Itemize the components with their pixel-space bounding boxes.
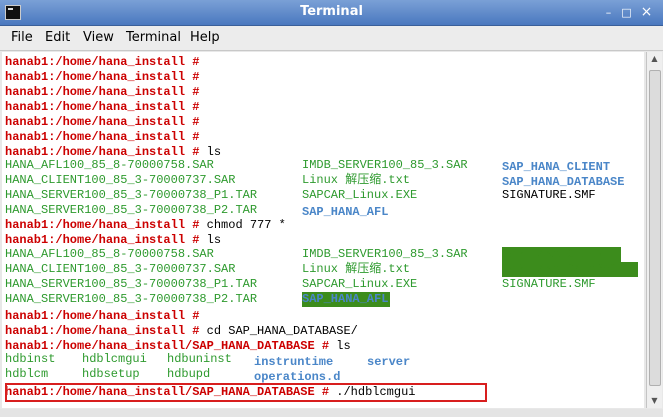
file-entry: hdblcm: [5, 367, 49, 381]
menu-help[interactable]: Help: [190, 30, 220, 45]
file-entry: HANA_SERVER100_85_3-70000738_P2.TAR: [5, 292, 258, 306]
file-entry: HANA_CLIENT100_85_3-70000737.SAR: [5, 173, 236, 187]
prompt-text: hanab1:/home/hana_install #: [5, 309, 200, 323]
file-entry: Linux 解压缩.txt: [302, 262, 411, 276]
menu-file[interactable]: File: [11, 30, 33, 45]
file-entry: Linux 解压缩.txt: [302, 173, 411, 187]
file-entry: HANA_AFL100_85_8-70000758.SAR: [5, 158, 214, 172]
directory-entry-highlighted: SAP_HANA_AFL: [302, 292, 391, 307]
prompt-text: hanab1:/home/hana_install #: [5, 324, 200, 338]
prompt-text: hanab1:/home/hana_install #: [5, 115, 200, 129]
menu-view[interactable]: View: [83, 30, 114, 45]
vertical-scrollbar[interactable]: ▲ ▼: [646, 52, 662, 408]
file-entry: HANA_CLIENT100_85_3-70000737.SAR: [5, 262, 236, 276]
prompt-text: hanab1:/home/hana_install #: [5, 145, 200, 159]
prompt-text: hanab1:/home/hana_install/SAP_HANA_DATAB…: [5, 339, 330, 353]
command-text: ls: [336, 339, 351, 353]
command-text: ls: [206, 145, 222, 159]
minimize-button[interactable]: –: [602, 6, 615, 19]
title-bar[interactable]: Terminal – □ ×: [0, 0, 663, 26]
terminal-line: hanab1:/home/hana_install #: [5, 309, 199, 324]
file-entry: hdbsetup: [82, 367, 140, 381]
directory-entry-highlighted: SAP_HANA_DATABASE: [502, 262, 638, 277]
prompt-text: hanab1:/home/hana_install #: [5, 55, 200, 69]
directory-entry: server: [367, 355, 411, 369]
file-entry: SIGNATURE.SMF: [502, 188, 596, 202]
terminal-line: hanab1:/home/hana_install #: [5, 85, 199, 100]
file-entry: SAPCAR_Linux.EXE: [302, 188, 418, 202]
prompt-text: hanab1:/home/hana_install #: [5, 70, 200, 84]
prompt-text: hanab1:/home/hana_install #: [5, 130, 200, 144]
scroll-up-icon[interactable]: ▲: [647, 52, 662, 66]
file-entry: hdbuninst: [167, 352, 232, 366]
highlight-callout-box: [5, 383, 487, 402]
terminal-window: Terminal – □ × File Edit View Terminal H…: [0, 0, 663, 417]
terminal-line: hanab1:/home/hana_install #: [5, 100, 199, 115]
file-entry: HANA_AFL100_85_8-70000758.SAR: [5, 247, 214, 261]
terminal-line: hanab1:/home/hana_install #: [5, 115, 199, 130]
scroll-down-icon[interactable]: ▼: [647, 394, 662, 408]
scroll-thumb[interactable]: [649, 70, 661, 386]
file-entry: IMDB_SERVER100_85_3.SAR: [302, 158, 468, 172]
close-button[interactable]: ×: [640, 5, 653, 19]
prompt-text: hanab1:/home/hana_install #: [5, 100, 200, 114]
command-text: chmod 777 *: [206, 218, 286, 232]
terminal-line: hanab1:/home/hana_install # ls: [5, 233, 221, 248]
terminal-output[interactable]: hanab1:/home/hana_install # hanab1:/home…: [2, 52, 644, 408]
directory-entry: instruntime: [254, 355, 334, 369]
file-entry: SAPCAR_Linux.EXE: [302, 277, 418, 291]
menu-terminal[interactable]: Terminal: [126, 30, 181, 45]
file-entry: HANA_SERVER100_85_3-70000738_P2.TAR: [5, 203, 258, 217]
directory-entry: SAP_HANA_AFL: [302, 205, 389, 219]
file-entry: hdbupd: [167, 367, 211, 381]
terminal-line: hanab1:/home/hana_install # chmod 777 *: [5, 218, 286, 233]
window-bottom-edge: [0, 409, 663, 417]
prompt-text: hanab1:/home/hana_install #: [5, 218, 200, 232]
file-entry: IMDB_SERVER100_85_3.SAR: [302, 247, 468, 261]
menu-edit[interactable]: Edit: [45, 30, 70, 45]
directory-entry: SAP_HANA_CLIENT: [502, 160, 611, 174]
file-entry: hdblcmgui: [82, 352, 147, 366]
terminal-line: hanab1:/home/hana_install # cd SAP_HANA_…: [5, 324, 358, 339]
command-text: ls: [206, 233, 222, 247]
terminal-line: hanab1:/home/hana_install #: [5, 55, 199, 70]
file-entry: hdbinst: [5, 352, 56, 366]
command-text: cd SAP_HANA_DATABASE/: [206, 324, 358, 338]
prompt-text: hanab1:/home/hana_install #: [5, 233, 200, 247]
file-entry: HANA_SERVER100_85_3-70000738_P1.TAR: [5, 188, 258, 202]
file-entry: SIGNATURE.SMF: [502, 277, 596, 291]
menu-bar: File Edit View Terminal Help: [0, 26, 663, 51]
terminal-line: hanab1:/home/hana_install #: [5, 130, 199, 145]
file-entry: HANA_SERVER100_85_3-70000738_P1.TAR: [5, 277, 258, 291]
directory-entry-highlighted: SAP_HANA_CLIENT: [502, 247, 621, 262]
maximize-button[interactable]: □: [620, 6, 633, 19]
prompt-text: hanab1:/home/hana_install #: [5, 85, 200, 99]
window-title: Terminal: [300, 4, 363, 19]
terminal-line: hanab1:/home/hana_install #: [5, 70, 199, 85]
